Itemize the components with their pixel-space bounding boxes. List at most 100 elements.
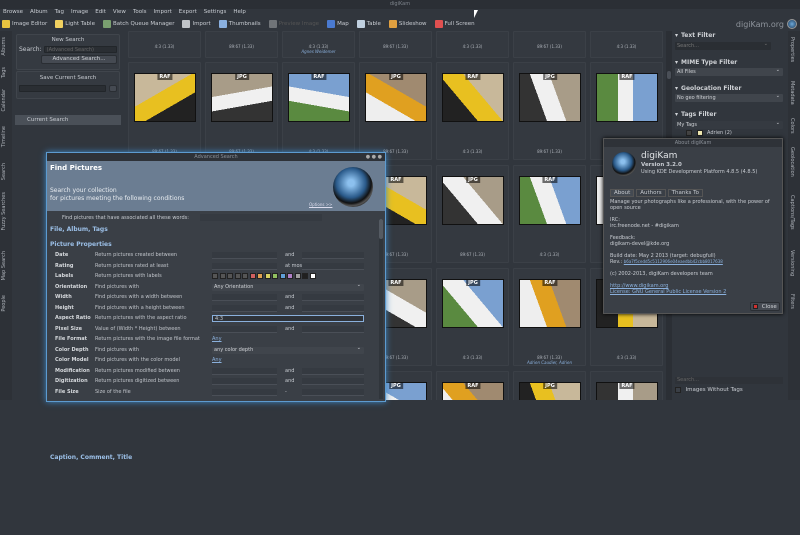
- range-to-field[interactable]: [302, 325, 364, 333]
- right-tab-metadata[interactable]: Metadata: [789, 81, 795, 105]
- tags-search-input[interactable]: Search...: [675, 377, 783, 384]
- range-to-field[interactable]: [302, 378, 364, 385]
- section-file-album-tags[interactable]: File, Album, Tags: [50, 226, 108, 233]
- toolbar-slideshow-button[interactable]: Slideshow: [388, 20, 427, 28]
- left-tab-albums[interactable]: Albums: [1, 37, 7, 56]
- toolbar-table-button[interactable]: Table: [356, 20, 381, 28]
- photo-thumbnail[interactable]: JPG: [442, 279, 504, 328]
- text-filter-header[interactable]: ▾ Text Filter: [675, 32, 715, 39]
- menu-view[interactable]: View: [113, 8, 126, 17]
- label-swatch[interactable]: [309, 272, 316, 279]
- thumbnail-cell[interactable]: 89:67 (1.33): [205, 31, 278, 58]
- menu-help[interactable]: Help: [233, 8, 246, 17]
- thumbnail-cell[interactable]: 4:3 (1.33): [128, 31, 201, 58]
- range-to-field[interactable]: [302, 388, 364, 396]
- save-search-button[interactable]: [109, 85, 117, 92]
- right-tab-filters[interactable]: Filters: [789, 294, 795, 309]
- save-search-input[interactable]: [19, 85, 106, 92]
- menu-album[interactable]: Album: [30, 8, 48, 17]
- left-tab-map-search[interactable]: Map Search: [1, 251, 7, 280]
- range-from-field[interactable]: [212, 252, 277, 259]
- range-to-field[interactable]: [302, 294, 364, 301]
- photo-thumbnail[interactable]: RAF: [519, 279, 581, 328]
- left-tab-people[interactable]: People: [1, 295, 7, 312]
- rev-link[interactable]: b6a7f5cedd5c5112906e04eaedbb42cbb8017638: [624, 259, 723, 264]
- thumbnail-cell[interactable]: RAF4:3 (1.33): [282, 62, 355, 160]
- toolbar-import-button[interactable]: Import: [182, 20, 211, 28]
- photo-thumbnail[interactable]: RAF: [442, 382, 504, 400]
- menu-edit[interactable]: Edit: [95, 8, 106, 17]
- label-swatch[interactable]: [279, 272, 286, 279]
- photo-thumbnail[interactable]: RAF: [596, 382, 658, 400]
- range-from-field[interactable]: [212, 367, 277, 375]
- photo-thumbnail[interactable]: RAF: [596, 73, 658, 122]
- license-link[interactable]: License: GNU General Public License Vers…: [610, 289, 775, 295]
- thumbnail-cell[interactable]: JPG: [513, 371, 586, 400]
- current-search-item[interactable]: Current Search: [15, 115, 121, 125]
- label-swatch[interactable]: [249, 272, 256, 279]
- range-to-field[interactable]: [302, 262, 364, 270]
- toolbar-full-screen-button[interactable]: Full Screen: [434, 20, 475, 28]
- range-from-field[interactable]: [212, 304, 277, 312]
- geolocation-filter-select[interactable]: No geo filtering: [675, 92, 783, 102]
- right-tab-properties[interactable]: Properties: [789, 37, 795, 62]
- menu-tag[interactable]: Tag: [55, 8, 64, 17]
- range-from-field[interactable]: [212, 325, 277, 333]
- thumbnail-cell[interactable]: RAF: [590, 371, 663, 400]
- options-link[interactable]: Options >>: [309, 202, 332, 207]
- range-to-field[interactable]: [302, 304, 364, 312]
- menu-settings[interactable]: Settings: [204, 8, 227, 17]
- right-tab-colors[interactable]: Colors: [789, 118, 795, 134]
- thumbnail-cell[interactable]: RAF89:67 (1.33): [128, 62, 201, 160]
- aspect-ratio-input[interactable]: 4:3: [212, 315, 364, 322]
- label-swatch[interactable]: [234, 272, 241, 279]
- thumbnail-cell[interactable]: 89:67 (1.33): [513, 31, 586, 58]
- label-swatch[interactable]: [242, 272, 248, 279]
- label-swatch[interactable]: [287, 272, 293, 279]
- right-tab-captions-tags[interactable]: Captions/Tags: [789, 195, 795, 230]
- thumbnail-cell[interactable]: RAF: [436, 371, 509, 400]
- label-swatch[interactable]: [302, 272, 308, 279]
- photo-thumbnail[interactable]: RAF: [442, 73, 504, 122]
- criteria-select[interactable]: any color depth: [212, 345, 364, 354]
- tags-filter-select[interactable]: My Tags: [675, 119, 783, 129]
- label-swatch[interactable]: [212, 272, 218, 279]
- menu-export[interactable]: Export: [179, 8, 197, 17]
- section-picture-properties[interactable]: Picture Properties: [50, 241, 112, 248]
- thumbnail-cell[interactable]: JPG 4:3 (1.33): [436, 268, 509, 366]
- left-tab-timeline[interactable]: Timeline: [1, 126, 7, 147]
- right-tab-versioning[interactable]: Versioning: [789, 250, 795, 276]
- text-filter-input[interactable]: Search...: [675, 40, 771, 50]
- range-from-field[interactable]: [212, 378, 277, 385]
- dialog-scrollbar[interactable]: [379, 219, 383, 399]
- search-input[interactable]: (Advanced Search): [43, 46, 117, 53]
- toolbar-preview-image-button[interactable]: Preview Image: [268, 20, 319, 28]
- label-swatch[interactable]: [219, 272, 226, 279]
- words-input[interactable]: [200, 214, 322, 221]
- thumbnail-cell[interactable]: RAF4:3 (1.33): [513, 165, 586, 263]
- photo-thumbnail[interactable]: JPG: [519, 382, 581, 400]
- menu-browse[interactable]: Browse: [3, 8, 23, 17]
- thumbnail-cell[interactable]: 4:3 (1.33): [590, 31, 663, 58]
- label-swatch[interactable]: [227, 272, 233, 279]
- menu-tools[interactable]: Tools: [133, 8, 147, 17]
- advanced-search-button[interactable]: Advanced Search...: [41, 55, 117, 64]
- images-without-tags-checkbox[interactable]: Images Without Tags: [675, 387, 743, 393]
- thumbnail-cell[interactable]: RAF4:3 (1.33): [436, 62, 509, 160]
- section-caption[interactable]: Caption, Comment, Title: [50, 454, 132, 461]
- toolbar-thumbnails-button[interactable]: Thumbnails: [218, 20, 261, 28]
- range-from-field[interactable]: [212, 262, 277, 270]
- toolbar-image-editor-button[interactable]: Image Editor: [2, 20, 47, 28]
- thumbnail-cell[interactable]: 4:3 (1.33) Agnes Weidemer: [282, 31, 355, 58]
- mime-filter-select[interactable]: All Files: [675, 66, 783, 76]
- tag-item-adrien[interactable]: Adrien (2): [686, 130, 732, 136]
- about-tab-about[interactable]: About: [610, 189, 635, 197]
- left-tab-fuzzy-searches[interactable]: Fuzzy Searches: [1, 192, 7, 230]
- left-tab-tags[interactable]: Tags: [1, 67, 7, 78]
- any-link[interactable]: Any: [212, 356, 222, 365]
- photo-thumbnail[interactable]: RAF: [288, 73, 350, 122]
- range-to-field[interactable]: [302, 367, 364, 375]
- right-tab-geolocation[interactable]: Geolocation: [789, 147, 795, 177]
- label-swatch[interactable]: [264, 272, 271, 279]
- menu-import[interactable]: Import: [154, 8, 172, 17]
